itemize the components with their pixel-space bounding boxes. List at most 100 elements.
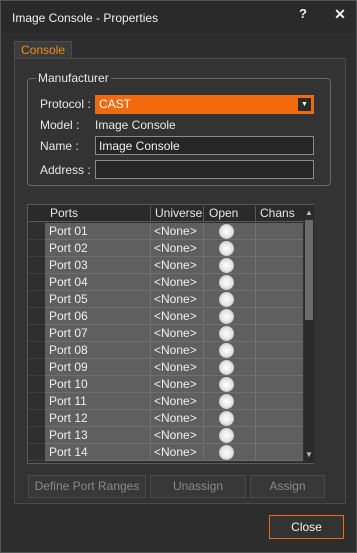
model-value: Image Console xyxy=(95,118,176,132)
open-toggle-icon[interactable] xyxy=(219,343,234,358)
row-selector[interactable] xyxy=(28,240,45,257)
protocol-select[interactable]: CAST ▼ xyxy=(95,95,314,114)
table-row[interactable]: Port 08 <None> xyxy=(45,342,303,359)
unassign-button[interactable]: Unassign xyxy=(150,475,246,498)
open-toggle-icon[interactable] xyxy=(219,411,234,426)
row-selector[interactable] xyxy=(28,376,45,393)
scroll-down-icon[interactable]: ▼ xyxy=(304,449,314,461)
row-selector[interactable] xyxy=(28,410,45,427)
universe-cell[interactable]: <None> xyxy=(154,360,197,374)
row-selector[interactable] xyxy=(28,223,45,240)
row-selector[interactable] xyxy=(28,325,45,342)
cell-divider xyxy=(203,257,204,273)
open-toggle-icon[interactable] xyxy=(219,377,234,392)
row-selector[interactable] xyxy=(28,393,45,410)
port-cell: Port 06 xyxy=(49,309,88,323)
table-row[interactable]: Port 14 <None> xyxy=(45,444,303,461)
column-header-universe[interactable]: Universe xyxy=(155,206,202,220)
scrollbar-thumb[interactable] xyxy=(305,220,313,320)
cell-divider xyxy=(255,444,256,460)
vertical-scrollbar[interactable]: ▲ ▼ xyxy=(304,205,314,463)
column-header-chans[interactable]: Chans xyxy=(260,206,295,220)
row-selector[interactable] xyxy=(28,257,45,274)
table-row[interactable]: Port 11 <None> xyxy=(45,393,303,410)
cell-divider xyxy=(150,410,151,426)
cell-divider xyxy=(203,291,204,307)
universe-cell[interactable]: <None> xyxy=(154,428,197,442)
open-toggle-icon[interactable] xyxy=(219,275,234,290)
name-field[interactable] xyxy=(95,136,314,155)
address-field[interactable] xyxy=(95,160,314,179)
model-label: Model : xyxy=(40,118,80,132)
column-header-open[interactable]: Open xyxy=(209,206,238,220)
universe-cell[interactable]: <None> xyxy=(154,224,197,238)
manufacturer-group: Manufacturer Protocol : CAST ▼ Model : I… xyxy=(27,71,331,186)
universe-cell[interactable]: <None> xyxy=(154,411,197,425)
universe-cell[interactable]: <None> xyxy=(154,292,197,306)
universe-cell[interactable]: <None> xyxy=(154,377,197,391)
cell-divider xyxy=(255,240,256,256)
cell-divider xyxy=(150,393,151,409)
open-toggle-icon[interactable] xyxy=(219,445,234,460)
row-selector[interactable] xyxy=(28,444,45,461)
universe-cell[interactable]: <None> xyxy=(154,343,197,357)
define-port-ranges-button[interactable]: Define Port Ranges xyxy=(28,475,146,498)
open-toggle-icon[interactable] xyxy=(219,292,234,307)
cell-divider xyxy=(203,274,204,290)
assign-button[interactable]: Assign xyxy=(250,475,325,498)
cell-divider xyxy=(150,274,151,290)
help-button[interactable]: ? xyxy=(292,6,314,24)
table-row[interactable]: Port 10 <None> xyxy=(45,376,303,393)
row-selector[interactable] xyxy=(28,308,45,325)
cell-divider xyxy=(255,223,256,239)
row-selector[interactable] xyxy=(28,291,45,308)
column-divider xyxy=(255,206,256,221)
close-icon: ✕ xyxy=(334,6,346,22)
table-row[interactable]: Port 13 <None> xyxy=(45,427,303,444)
cell-divider xyxy=(203,240,204,256)
open-toggle-icon[interactable] xyxy=(219,360,234,375)
row-selector[interactable] xyxy=(28,274,45,291)
scroll-up-icon[interactable]: ▲ xyxy=(304,207,314,219)
open-toggle-icon[interactable] xyxy=(219,428,234,443)
close-button[interactable]: Close xyxy=(269,515,344,539)
open-toggle-icon[interactable] xyxy=(219,241,234,256)
cell-divider xyxy=(203,308,204,324)
universe-cell[interactable]: <None> xyxy=(154,309,197,323)
table-row[interactable]: Port 05 <None> xyxy=(45,291,303,308)
tab-console[interactable]: Console xyxy=(14,41,73,59)
close-window-button[interactable]: ✕ xyxy=(329,6,351,24)
universe-cell[interactable]: <None> xyxy=(154,241,197,255)
universe-cell[interactable]: <None> xyxy=(154,326,197,340)
universe-cell[interactable]: <None> xyxy=(154,445,197,459)
port-cell: Port 09 xyxy=(49,360,88,374)
cell-divider xyxy=(255,342,256,358)
table-row[interactable]: Port 04 <None> xyxy=(45,274,303,291)
address-label: Address : xyxy=(40,163,91,177)
row-selector[interactable] xyxy=(28,342,45,359)
table-row[interactable]: Port 12 <None> xyxy=(45,410,303,427)
universe-cell[interactable]: <None> xyxy=(154,275,197,289)
name-label: Name : xyxy=(40,139,79,153)
table-row[interactable]: Port 06 <None> xyxy=(45,308,303,325)
column-divider xyxy=(150,206,151,221)
table-row[interactable]: Port 02 <None> xyxy=(45,240,303,257)
table-row[interactable]: Port 07 <None> xyxy=(45,325,303,342)
cell-divider xyxy=(255,393,256,409)
row-selector[interactable] xyxy=(28,427,45,444)
universe-cell[interactable]: <None> xyxy=(154,394,197,408)
table-row[interactable]: Port 09 <None> xyxy=(45,359,303,376)
open-toggle-icon[interactable] xyxy=(219,258,234,273)
row-selector[interactable] xyxy=(28,359,45,376)
cell-divider xyxy=(150,342,151,358)
table-row[interactable]: Port 01 <None> xyxy=(45,223,303,240)
column-header-ports[interactable]: Ports xyxy=(50,206,78,220)
open-toggle-icon[interactable] xyxy=(219,224,234,239)
table-row[interactable]: Port 03 <None> xyxy=(45,257,303,274)
open-toggle-icon[interactable] xyxy=(219,326,234,341)
chevron-down-icon[interactable]: ▼ xyxy=(298,98,311,111)
open-toggle-icon[interactable] xyxy=(219,309,234,324)
port-cell: Port 05 xyxy=(49,292,88,306)
open-toggle-icon[interactable] xyxy=(219,394,234,409)
universe-cell[interactable]: <None> xyxy=(154,258,197,272)
